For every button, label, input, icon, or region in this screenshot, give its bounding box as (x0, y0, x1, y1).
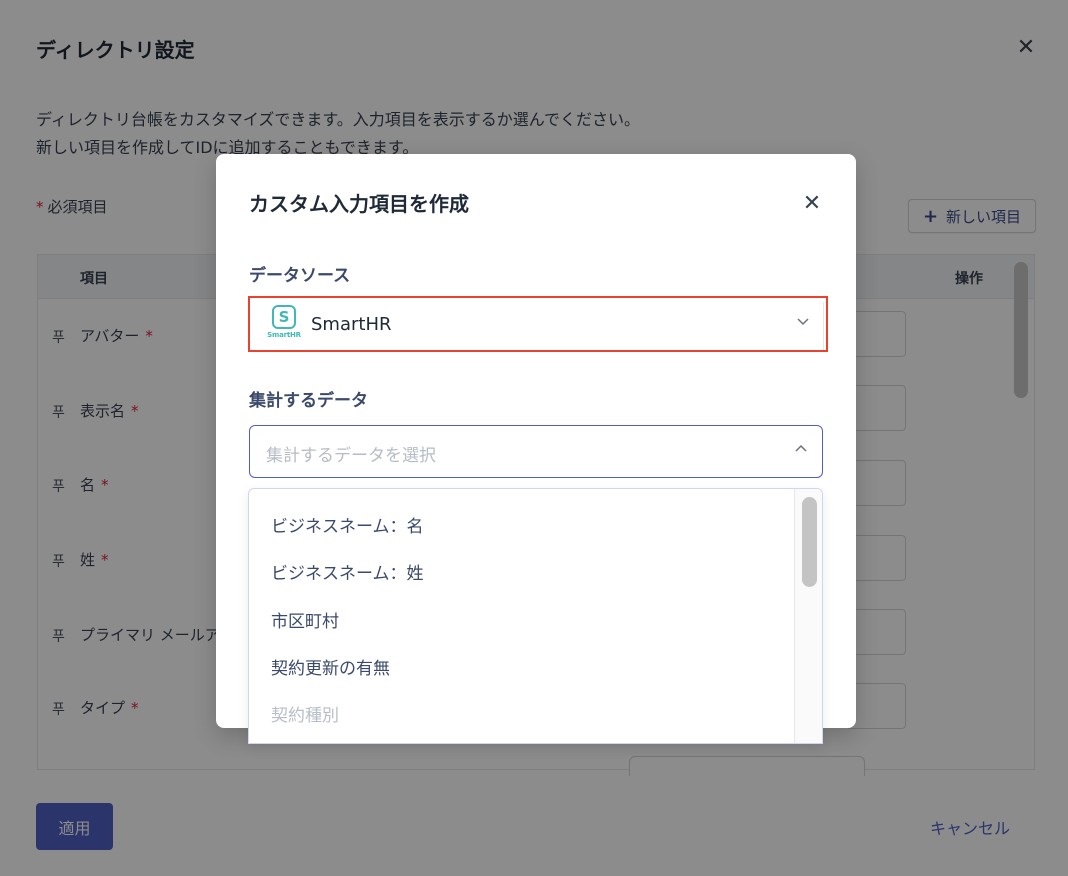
data-source-label: データソース (249, 266, 351, 286)
smarthr-logo-mark: S (272, 305, 296, 329)
select-divider (823, 302, 824, 350)
close-icon[interactable]: ✕ (800, 192, 824, 216)
chevron-down-icon (796, 314, 810, 332)
aggregate-placeholder: 集計するデータを選択 (266, 446, 436, 466)
dropdown-option[interactable]: 契約種別 (271, 701, 339, 726)
dropdown-scrollbar-thumb[interactable] (802, 497, 817, 587)
data-source-value: SmartHR (311, 313, 392, 335)
dropdown-option[interactable]: ビジネスネーム：姓 (271, 559, 424, 584)
aggregate-data-select[interactable]: 集計するデータを選択 (249, 425, 823, 478)
dropdown-option[interactable]: ビジネスネーム：名 (271, 512, 424, 537)
modal-title: カスタム入力項目を作成 (249, 192, 469, 216)
data-source-select[interactable]: S SmartHR SmartHR (252, 300, 824, 350)
data-source-highlight: S SmartHR SmartHR (248, 296, 828, 352)
aggregate-options-dropdown: ビジネスネーム：名 ビジネスネーム：姓 市区町村 契約更新の有無 契約種別 (248, 488, 823, 744)
smarthr-logo-icon: S SmartHR (266, 305, 302, 343)
smarthr-logo-text: SmartHR (267, 331, 301, 339)
aggregate-data-label: 集計するデータ (249, 391, 368, 411)
dropdown-option[interactable]: 市区町村 (271, 607, 339, 632)
dropdown-option[interactable]: 契約更新の有無 (271, 654, 390, 679)
chevron-up-icon (794, 442, 808, 460)
